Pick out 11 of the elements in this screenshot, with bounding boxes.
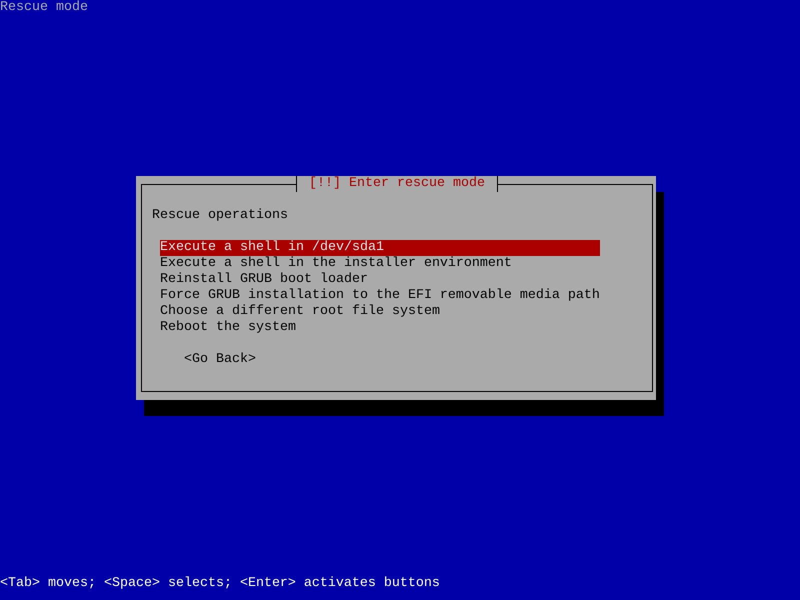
menu-item[interactable]: Reboot the system bbox=[160, 320, 600, 336]
menu-item[interactable]: Execute a shell in the installer environment bbox=[160, 256, 600, 272]
go-back-button[interactable]: <Go Back> bbox=[184, 352, 256, 368]
screen-title: Rescue mode bbox=[0, 0, 88, 16]
menu-item[interactable]: Force GRUB installation to the EFI removable media path bbox=[160, 288, 600, 304]
menu-item[interactable]: Choose a different root file system bbox=[160, 304, 600, 320]
dialog-title: [!!] Enter rescue mode bbox=[296, 176, 498, 192]
menu-item[interactable]: Reinstall GRUB boot loader bbox=[160, 272, 600, 288]
prompt-text: Rescue operations bbox=[152, 208, 288, 224]
help-line: <Tab> moves; <Space> selects; <Enter> activates buttons bbox=[0, 576, 440, 592]
menu-item[interactable]: Execute a shell in /dev/sda1 bbox=[160, 240, 600, 256]
